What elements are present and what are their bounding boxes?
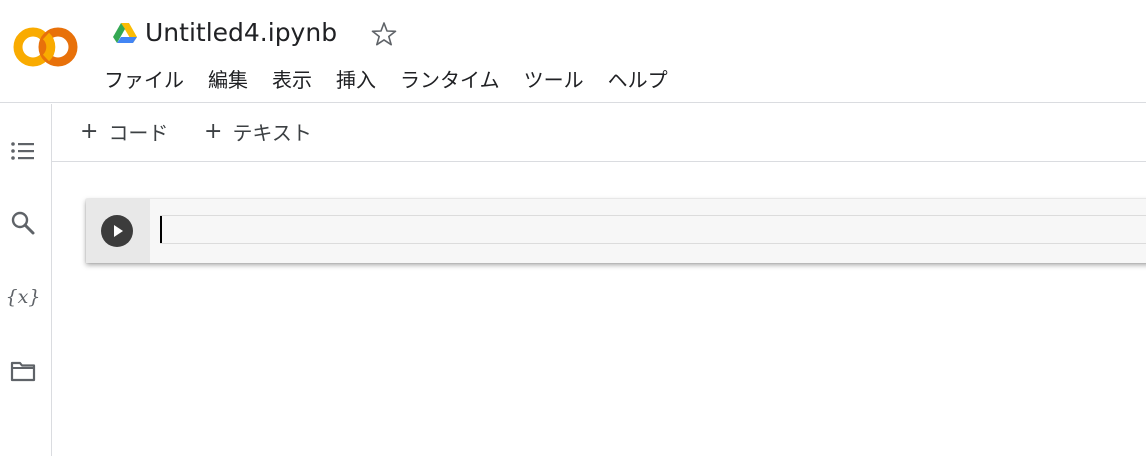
- table-of-contents-icon[interactable]: [8, 136, 38, 166]
- run-cell-button[interactable]: [101, 215, 133, 247]
- editor-border-bottom: [160, 243, 1146, 244]
- menu-help[interactable]: ヘルプ: [608, 64, 680, 96]
- search-icon[interactable]: [8, 208, 38, 238]
- menu-runtime[interactable]: ランタイム: [400, 64, 512, 96]
- notebook-title[interactable]: Untitled4.ipynb: [145, 16, 337, 50]
- menu-file[interactable]: ファイル: [104, 64, 196, 96]
- colab-app: Untitled4.ipynb ファイル 編集 表示 挿入 ランタイム ツール …: [0, 0, 1146, 456]
- add-code-label: コード: [108, 120, 169, 145]
- notebook-toolbar: + コード + テキスト: [52, 104, 1146, 162]
- editor-border-top: [160, 215, 1146, 216]
- add-code-button[interactable]: + コード: [80, 116, 168, 146]
- text-cursor: [160, 216, 162, 243]
- plus-icon: +: [204, 118, 223, 144]
- header: Untitled4.ipynb ファイル 編集 表示 挿入 ランタイム ツール …: [0, 0, 1146, 103]
- folder-icon[interactable]: [8, 356, 38, 386]
- cell-gutter: [86, 199, 150, 263]
- variables-icon[interactable]: {x}: [6, 282, 41, 312]
- google-drive-icon: [113, 23, 137, 43]
- star-icon[interactable]: [370, 20, 398, 48]
- code-editor[interactable]: [150, 199, 1146, 263]
- menu-tools[interactable]: ツール: [524, 64, 596, 96]
- left-sidebar: {x}: [0, 104, 52, 456]
- colab-logo[interactable]: [12, 24, 78, 70]
- menu-view[interactable]: 表示: [272, 64, 324, 96]
- plus-icon: +: [80, 118, 99, 144]
- menu-bar: ファイル 編集 表示 挿入 ランタイム ツール ヘルプ: [104, 64, 692, 96]
- add-text-button[interactable]: + テキスト: [204, 116, 312, 146]
- menu-edit[interactable]: 編集: [208, 64, 260, 96]
- menu-insert[interactable]: 挿入: [336, 64, 388, 96]
- add-text-label: テキスト: [232, 120, 312, 145]
- code-cell[interactable]: [86, 199, 1146, 263]
